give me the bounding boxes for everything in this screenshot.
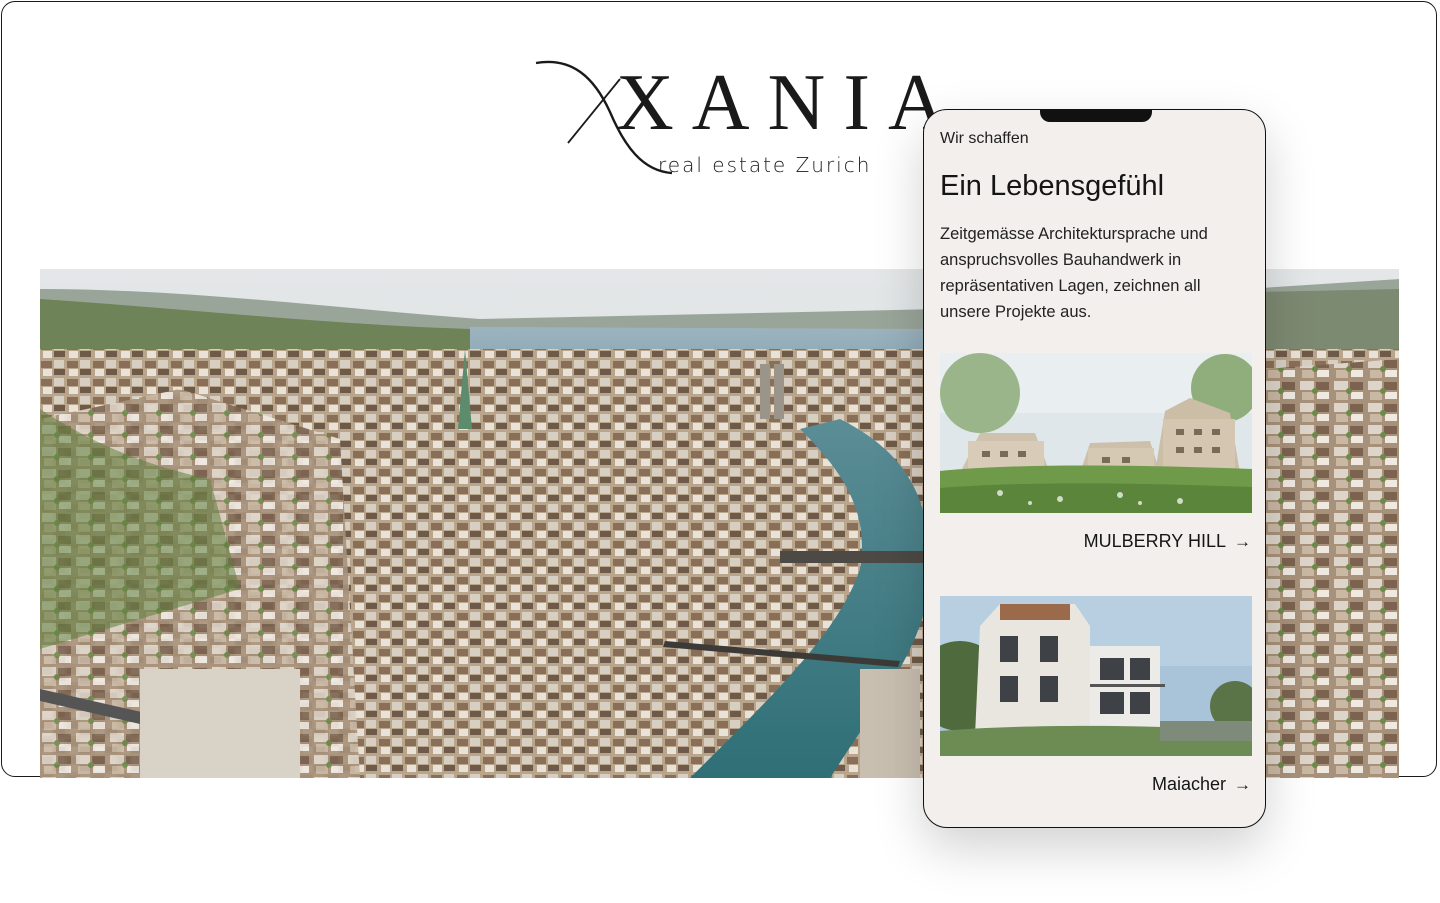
logo-tagline: real estate Zurich xyxy=(658,153,872,177)
section-intro-text: Zeitgemässe Architektursprache und anspr… xyxy=(940,225,1208,321)
phone-notch xyxy=(1040,110,1152,122)
maiacher-label: Maiacher xyxy=(1151,774,1226,794)
logo-wordmark: XANIA xyxy=(616,59,964,147)
arrow-right-icon: → xyxy=(1234,531,1251,551)
maiacher-link[interactable]: Maiacher → xyxy=(1152,774,1251,795)
xania-logo[interactable]: XANIA real estate Zurich xyxy=(532,57,946,182)
section-headline: Ein Lebensgefühl xyxy=(940,170,1165,202)
maiacher-image[interactable] xyxy=(940,596,1252,756)
mulberry-hill-label: MULBERRY HILL xyxy=(1083,531,1226,551)
arrow-right-icon: → xyxy=(1234,774,1251,794)
section-eyebrow: Wir schaffen xyxy=(940,130,1029,147)
mobile-phone-mockup: Wir schaffen Ein Lebensgefühl Zeitgemäss… xyxy=(923,109,1266,828)
mulberry-hill-link[interactable]: MULBERRY HILL → xyxy=(1084,531,1251,552)
mulberry-hill-image[interactable] xyxy=(940,353,1252,513)
